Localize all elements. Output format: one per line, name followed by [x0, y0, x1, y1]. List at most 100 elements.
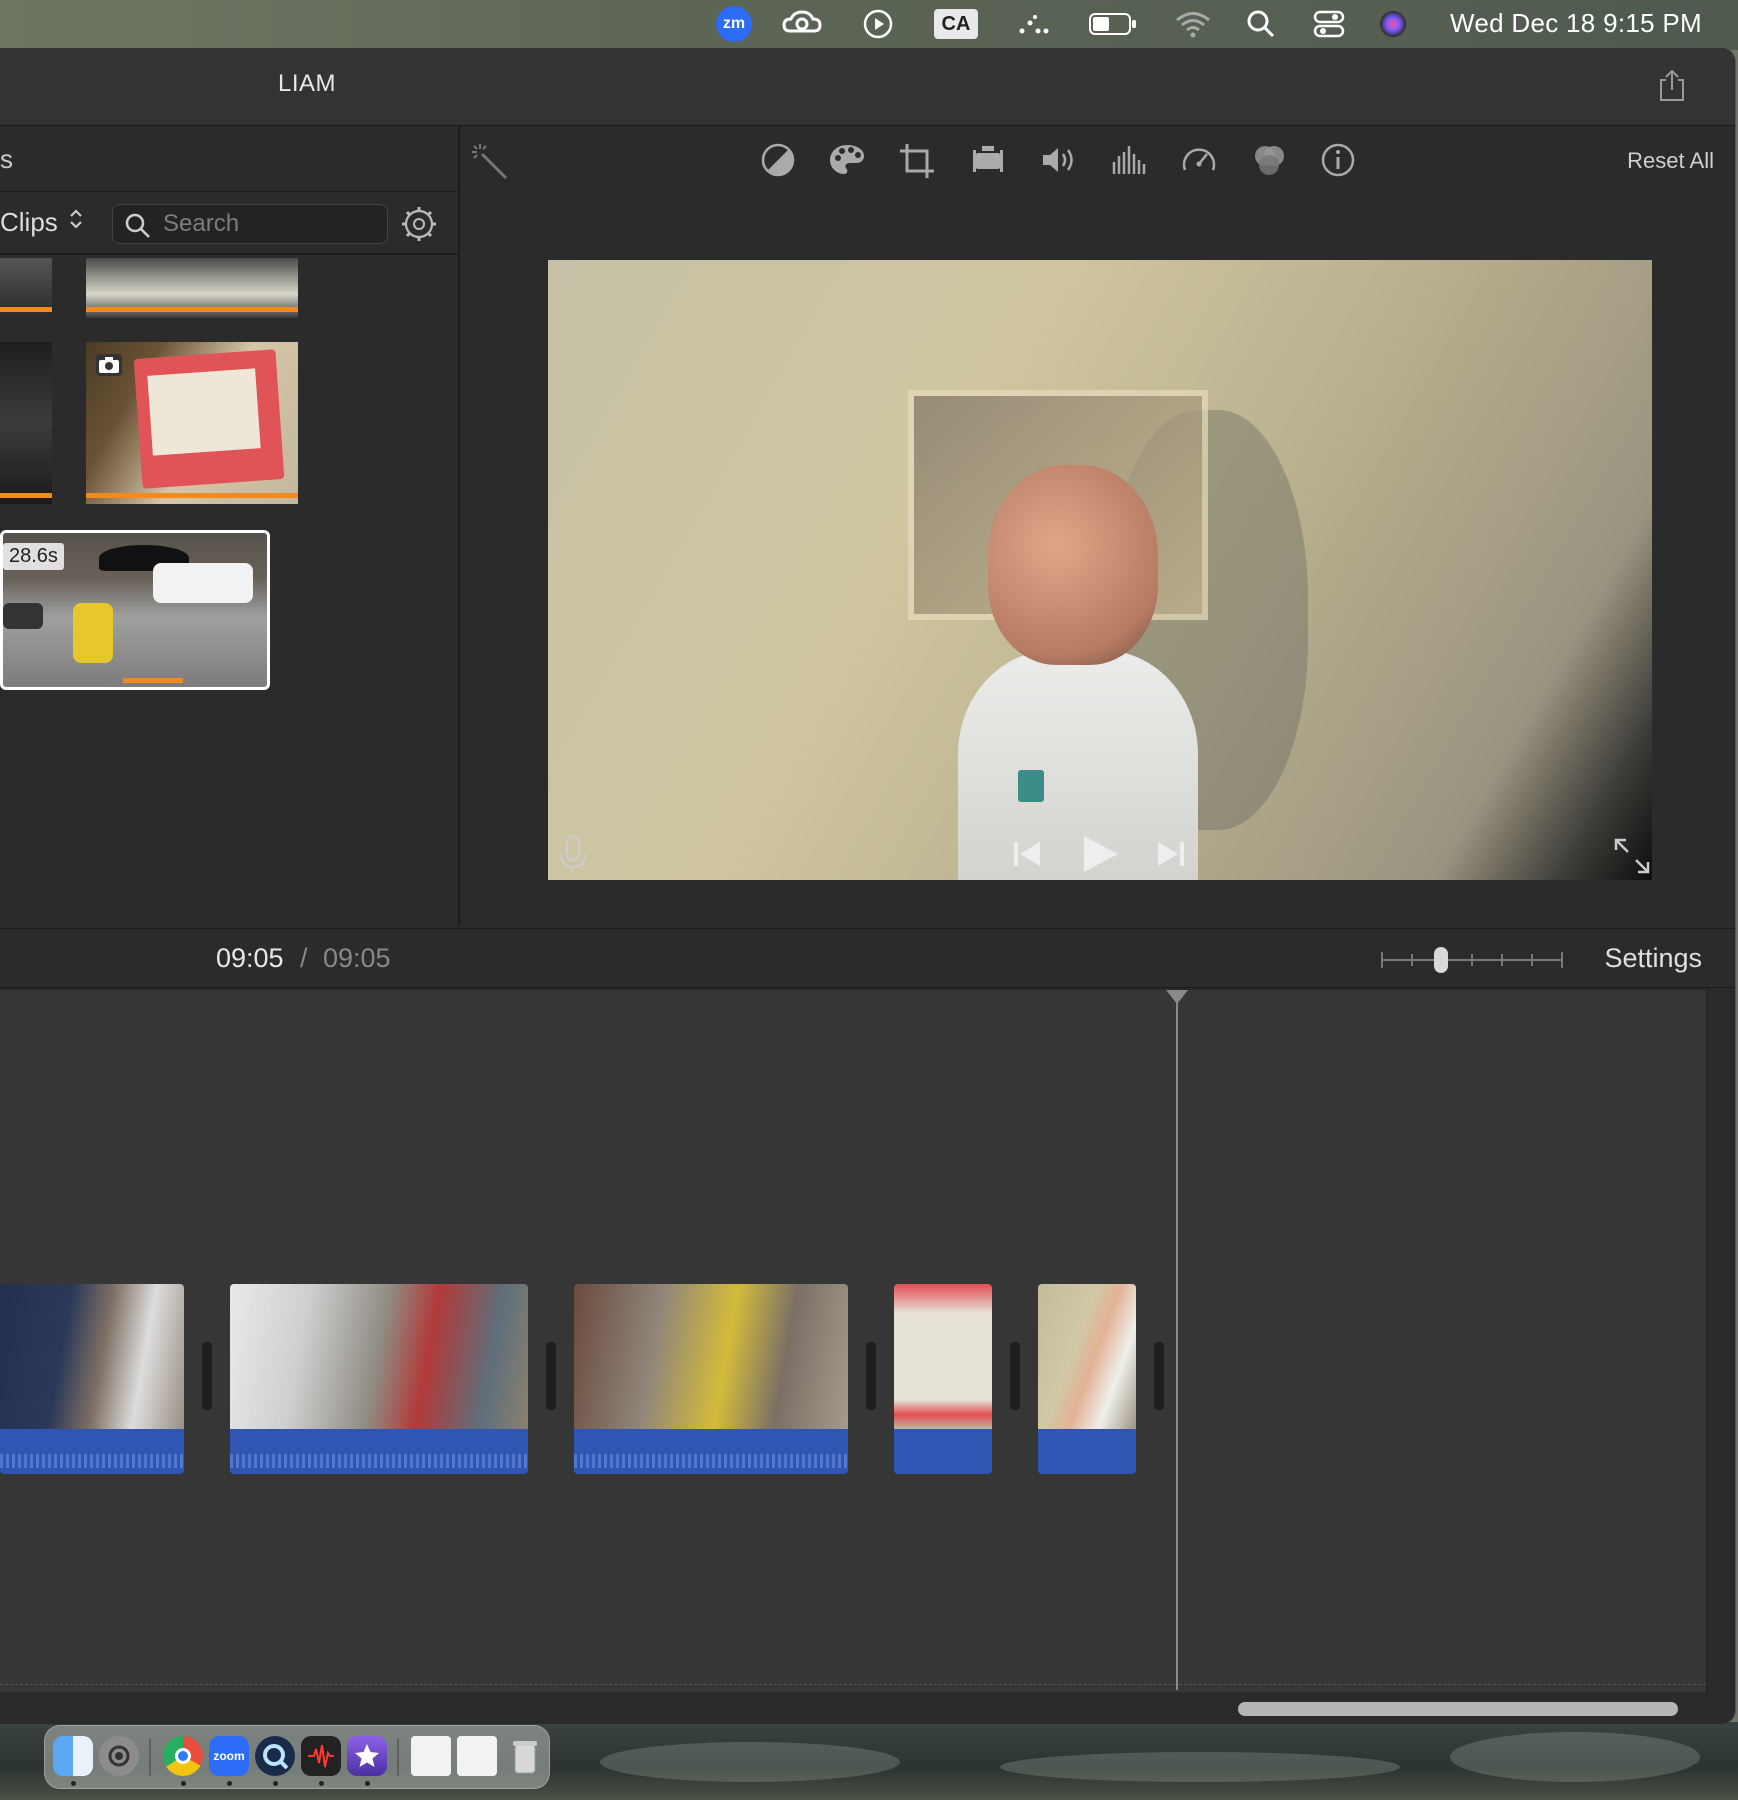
- menu-bar: zm CA Wed Dec 18 9:15 PM: [0, 0, 1738, 48]
- timeline-header: 09:05 / 09:05 Settings: [0, 928, 1735, 988]
- skip-forward-icon: [1158, 842, 1184, 866]
- browser-header: s: [0, 126, 460, 192]
- creative-cloud-icon[interactable]: [782, 6, 822, 42]
- gear-icon: [402, 207, 436, 241]
- clips-filter-stepper-icon[interactable]: [68, 207, 84, 237]
- volume-button[interactable]: [1040, 142, 1076, 178]
- search-field[interactable]: [112, 204, 388, 244]
- selected-clip-thumbnail[interactable]: 28.6s: [0, 530, 270, 690]
- battery-icon[interactable]: [1088, 6, 1138, 42]
- running-indicator: [365, 1781, 370, 1786]
- timeline-clip[interactable]: [574, 1284, 848, 1474]
- voice-memos-icon[interactable]: [301, 1736, 341, 1776]
- timeline[interactable]: [0, 990, 1706, 1692]
- viewer: Reset All: [462, 126, 1735, 926]
- share-icon: [1660, 69, 1684, 101]
- browser-settings-button[interactable]: [400, 205, 438, 243]
- skip-forward-button[interactable]: [1154, 838, 1188, 875]
- zoom-app-icon[interactable]: zoom: [209, 1736, 249, 1776]
- video-preview: [548, 260, 1652, 880]
- search-icon: [125, 213, 150, 238]
- color-balance-button[interactable]: [760, 142, 796, 178]
- color-balance-icon: [761, 143, 795, 177]
- recent-document-icon[interactable]: [411, 1736, 451, 1776]
- microphone-icon: [559, 834, 587, 874]
- clip-thumbnail[interactable]: [0, 342, 52, 504]
- running-indicator: [227, 1781, 232, 1786]
- palette-icon: [830, 145, 864, 174]
- color-correction-button[interactable]: [828, 142, 864, 178]
- title-bar: LIAM: [0, 48, 1735, 126]
- activity-dots-icon[interactable]: [1016, 6, 1054, 42]
- info-icon: [1321, 143, 1355, 177]
- clip-thumbnail[interactable]: [86, 258, 298, 318]
- speedometer-icon: [1182, 148, 1216, 171]
- dock-separator: [149, 1738, 151, 1776]
- system-settings-icon[interactable]: [99, 1736, 139, 1776]
- menu-clock[interactable]: Wed Dec 18 9:15 PM: [1450, 8, 1702, 39]
- timeline-vertical-scrollbar[interactable]: [1706, 990, 1735, 1694]
- play-icon: [1084, 836, 1118, 872]
- play-button[interactable]: [1080, 832, 1122, 881]
- reset-all-button[interactable]: Reset All: [1627, 148, 1714, 174]
- timecode-total: 09:05: [323, 943, 391, 973]
- noise-reduction-button[interactable]: [1110, 142, 1146, 178]
- zoom-badge: zm: [716, 6, 752, 42]
- transition-marker[interactable]: [1010, 1342, 1020, 1410]
- photo-thumbnail[interactable]: [86, 342, 298, 504]
- timeline-settings-button[interactable]: Settings: [1604, 943, 1702, 974]
- wifi-icon[interactable]: [1174, 6, 1212, 42]
- expand-icon: [1614, 838, 1650, 874]
- crop-icon: [900, 144, 934, 178]
- timeline-clip[interactable]: [230, 1284, 528, 1474]
- playhead[interactable]: [1176, 990, 1178, 1690]
- search-input[interactable]: [163, 209, 373, 239]
- transition-marker[interactable]: [1154, 1342, 1164, 1410]
- recent-document-icon[interactable]: [457, 1736, 497, 1776]
- siri-icon[interactable]: [1378, 6, 1408, 42]
- finder-icon[interactable]: [53, 1736, 93, 1776]
- timeline-clip[interactable]: [894, 1284, 992, 1474]
- input-source-menu[interactable]: CA: [934, 6, 978, 42]
- transition-marker[interactable]: [866, 1342, 876, 1410]
- clip-info-button[interactable]: [1320, 142, 1356, 178]
- transition-marker[interactable]: [202, 1342, 212, 1410]
- magic-wand-icon: [472, 144, 508, 180]
- transition-marker[interactable]: [546, 1342, 556, 1410]
- fullscreen-button[interactable]: [1612, 836, 1652, 881]
- video-camera-icon: [973, 146, 1003, 172]
- timecode-current: 09:05: [216, 943, 284, 973]
- trash-icon[interactable]: [505, 1736, 545, 1776]
- timeline-clip[interactable]: [1038, 1284, 1136, 1474]
- clip-thumbnail[interactable]: [0, 258, 52, 318]
- speed-button[interactable]: [1180, 142, 1216, 178]
- equalizer-icon: [1112, 146, 1146, 174]
- control-center-icon[interactable]: [1312, 6, 1346, 42]
- clip-filter-button[interactable]: [1250, 142, 1286, 178]
- play-circle-icon[interactable]: [862, 6, 894, 42]
- crop-button[interactable]: [898, 142, 934, 178]
- imovie-window: LIAM s Clips Search 28.6s Reset All 09:0…: [0, 48, 1736, 1724]
- imovie-icon[interactable]: [347, 1736, 387, 1776]
- project-title: LIAM: [278, 70, 337, 97]
- playback-controls: [462, 816, 1735, 896]
- timeline-clip[interactable]: [0, 1284, 184, 1474]
- browser-header-label: s: [0, 144, 13, 174]
- quicktime-icon[interactable]: [255, 1736, 295, 1776]
- skip-back-button[interactable]: [1010, 838, 1044, 875]
- clip-duration-badge: 28.6s: [3, 543, 64, 570]
- speaker-icon: [1043, 148, 1073, 172]
- clips-filter-label[interactable]: Clips: [0, 207, 58, 238]
- timeline-horizontal-scroll-thumb[interactable]: [1238, 1702, 1678, 1716]
- stabilization-button[interactable]: [970, 142, 1006, 178]
- timeline-zoom-slider[interactable]: [1380, 945, 1564, 975]
- chrome-icon[interactable]: [163, 1736, 203, 1776]
- dock-separator: [397, 1738, 399, 1776]
- magic-wand-button[interactable]: [470, 142, 508, 180]
- zoom-menu-icon[interactable]: zm: [716, 6, 752, 42]
- running-indicator: [71, 1781, 76, 1786]
- voiceover-button[interactable]: [558, 834, 588, 881]
- share-button[interactable]: [1657, 68, 1687, 102]
- spotlight-search-icon[interactable]: [1246, 6, 1276, 42]
- running-indicator: [273, 1781, 278, 1786]
